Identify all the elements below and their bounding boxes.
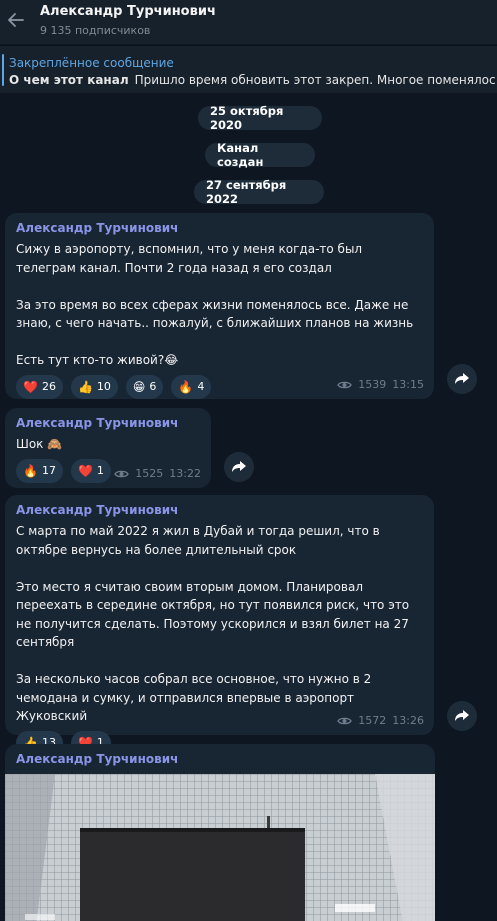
pinned-preview: О чем этот канал Пришло время обновить эт… [9,73,495,87]
share-arrow-icon [455,373,469,384]
view-count: 1525 [135,467,164,480]
message-meta: 1539 13:15 [337,378,424,391]
photo-message-bubble[interactable]: Александр Турчинович [5,744,435,921]
reaction-thumbs-up[interactable]: 👍 10 [70,374,118,399]
share-button[interactable] [447,701,477,731]
message-paragraph: Это место я считаю своим вторым домом. П… [16,579,410,650]
message-paragraph: Есть тут кто-то живой?😂 [16,353,179,367]
eye-icon [114,470,130,477]
pinned-label: Закреплённое сообщение [9,56,174,70]
message-meta: 1525 13:22 [114,467,201,480]
message-time: 13:15 [392,378,424,391]
message-bubble[interactable]: Александр Турчинович Сижу в аэропорту, в… [5,213,434,399]
service-message-channel-created: Канал создан [205,141,315,169]
channel-title[interactable]: Александр Турчинович [40,4,216,19]
share-arrow-icon [232,461,246,472]
view-count: 1572 [358,714,387,727]
subscriber-count: 9 135 подписчиков [40,24,151,37]
eye-icon [337,717,353,724]
message-paragraph: Шок 🙈 [16,437,63,451]
pinned-bold-title: О чем этот канал [9,73,129,87]
pinned-accent-line [2,54,4,86]
date-pill: 27 сентября 2022 [194,178,324,206]
message-time: 13:22 [169,467,201,480]
message-paragraph: Сижу в аэропорту, вспомнил, что у меня к… [16,242,363,275]
message-author[interactable]: Александр Турчинович [16,416,200,430]
message-bubble[interactable]: Александр Турчинович С марта по май 2022… [5,495,434,755]
message-author[interactable]: Александр Турчинович [16,752,178,766]
pinned-message-bar[interactable]: Закреплённое сообщение О чем этот канал П… [0,45,497,93]
reaction-grin[interactable]: 😁 6 [125,374,164,399]
reaction-fire[interactable]: 🔥 17 [16,458,63,483]
message-text: Сижу в аэропорту, вспомнил, что у меня к… [16,240,423,370]
pinned-text: Пришло время обновить этот закреп. Много… [134,73,495,87]
message-meta: 1572 13:26 [337,714,424,727]
view-count: 1539 [358,378,387,391]
date-pill: 25 октября 2020 [198,104,322,132]
message-text: Шок 🙈 [16,435,200,454]
airport-photo-illustration [5,774,435,921]
message-paragraph: С марта по май 2022 я жил в Дубай и тогд… [16,524,380,557]
reaction-heart[interactable]: ❤️ 1 [70,458,111,483]
chat-header: Александр Турчинович 9 135 подписчиков [0,0,497,44]
message-bubble[interactable]: Александр Турчинович Шок 🙈 🔥 17 ❤️ 1 1525 … [5,408,211,488]
share-button[interactable] [224,452,254,482]
message-author[interactable]: Александр Турчинович [16,503,423,517]
arrow-left-icon [8,13,24,27]
message-author[interactable]: Александр Турчинович [16,221,423,235]
back-button[interactable] [4,6,28,34]
message-time: 13:26 [392,714,424,727]
message-paragraph: За это время во всех сферах жизни поменя… [16,297,414,331]
reaction-heart[interactable]: ❤️ 26 [16,374,63,399]
message-text: С марта по май 2022 я жил в Дубай и тогд… [16,522,423,726]
reaction-fire[interactable]: 🔥 4 [171,374,212,399]
message-photo[interactable] [5,774,435,921]
share-arrow-icon [455,710,469,721]
eye-icon [337,381,353,388]
share-button[interactable] [447,364,477,394]
